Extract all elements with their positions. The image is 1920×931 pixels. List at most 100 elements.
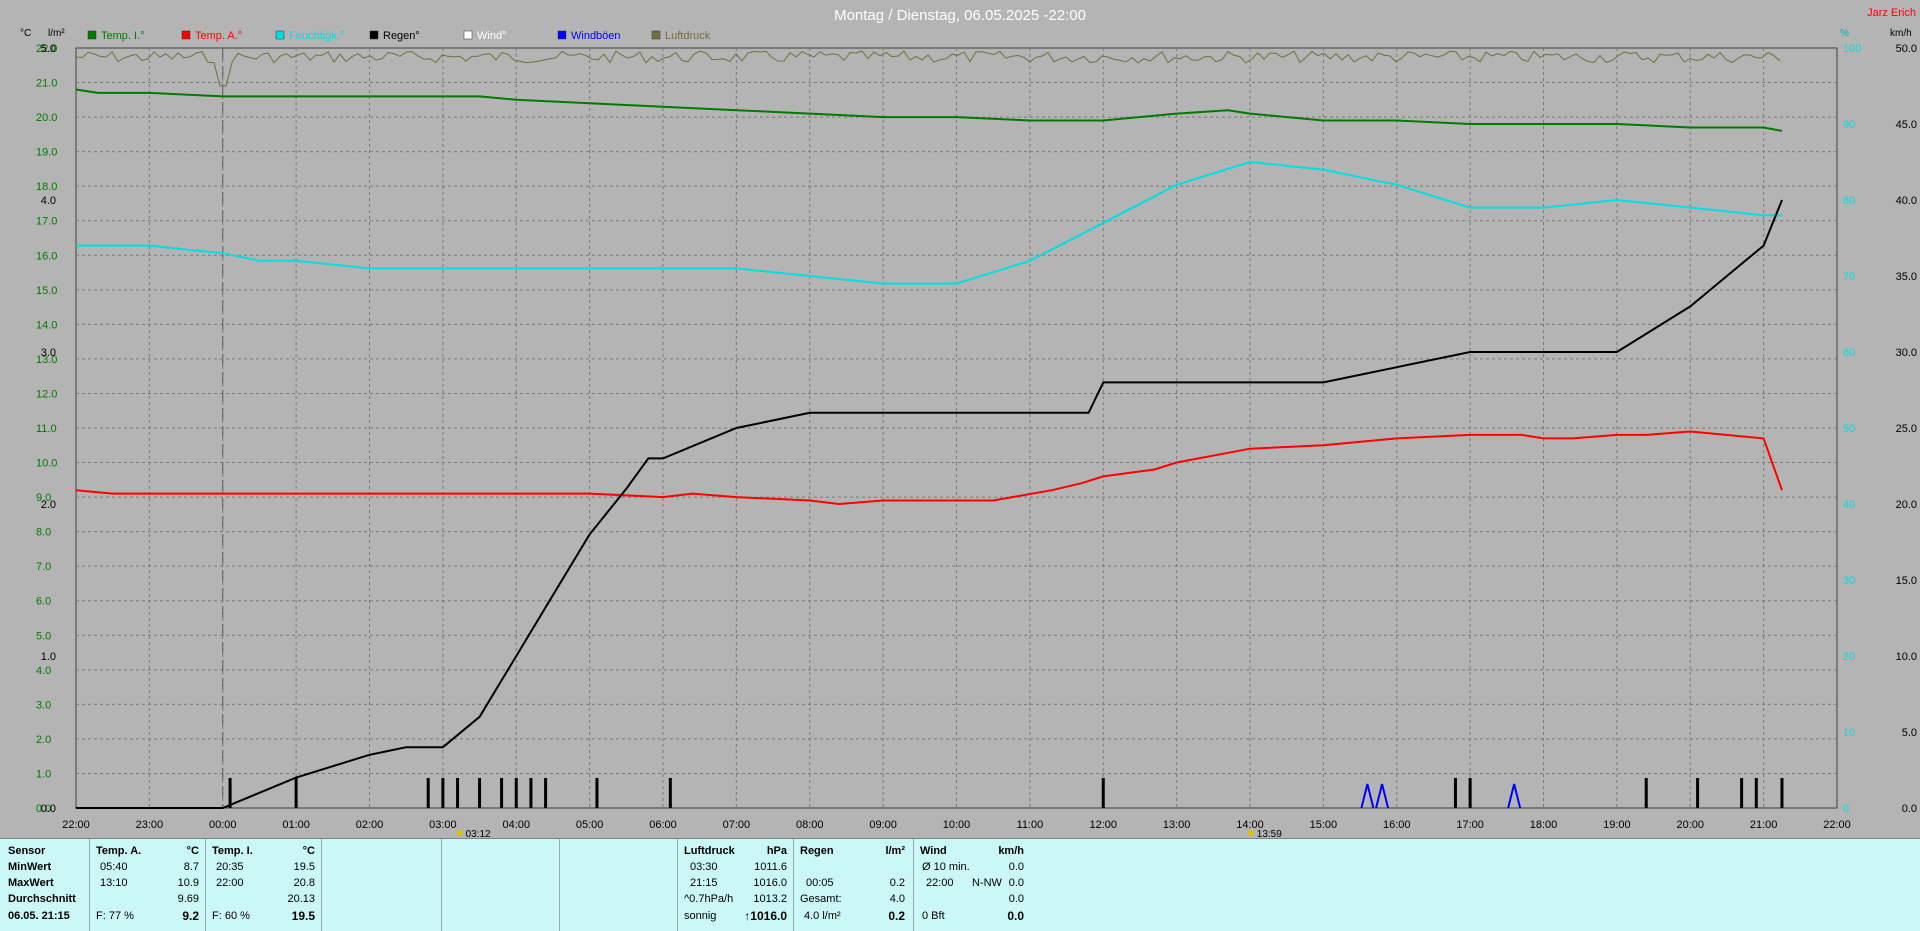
tick-label-rain: 5.0 [41, 43, 56, 55]
rain-current: 0.2 [888, 909, 905, 923]
wind-block: Wind km/h Ø 10 min. 0.0 22:00 N-NW 0.0 0… [914, 839, 1030, 931]
author-label: Jarz Erich [1867, 7, 1916, 19]
tick-label-temp: 2.0 [36, 734, 51, 746]
temp-i-unit: °C [302, 845, 315, 857]
sensor-header: Sensor [8, 845, 46, 857]
legend-label: Luftdruck [665, 30, 711, 42]
legend-swatch [275, 30, 285, 40]
tick-label-x: 22:00 [62, 819, 90, 831]
tick-label-rain: 1.0 [41, 651, 56, 663]
tick-label-x: 10:00 [943, 819, 971, 831]
tick-label-temp: 11.0 [36, 423, 57, 435]
tick-label-humidity: 100 [1843, 43, 1861, 55]
tick-label-x: 13:00 [1163, 819, 1191, 831]
tick-label-temp: 17.0 [36, 216, 57, 228]
rain-time: 00:05 [806, 877, 834, 889]
tick-label-humidity: 20 [1843, 651, 1855, 663]
legend-swatch [557, 30, 567, 40]
tick-label-temp: 5.0 [36, 630, 51, 642]
tick-label-wind: 40.0 [1896, 195, 1917, 207]
chart-title: Montag / Dienstag, 06.05.2025 -22:00 [834, 7, 1086, 24]
tick-label-x: 16:00 [1383, 819, 1411, 831]
tick-label-wind: 35.0 [1896, 271, 1917, 283]
temp-a-max: 10.9 [177, 877, 199, 889]
rain-val: 0.2 [889, 877, 905, 889]
legend-label: Regen° [383, 30, 420, 42]
tick-label-temp: 10.0 [36, 458, 57, 470]
temp-i-current: 19.5 [291, 909, 315, 923]
stats-panel: Sensor MinWert MaxWert Durchschnitt 06.0… [0, 838, 1920, 931]
left-unit-temp: °C [20, 28, 31, 39]
pressure-min-time: 03:30 [690, 861, 718, 873]
temp-a-min: 8.7 [183, 861, 199, 873]
legend-label: Feuchtigk.° [289, 30, 344, 42]
temp-inside-block: Temp. I. °C 20:35 19.5 22:00 20.8 20.13 … [206, 839, 322, 931]
time-marker: 13:59 [1257, 829, 1282, 838]
temp-i-min: 19.5 [293, 861, 315, 873]
tick-label-humidity: 10 [1843, 727, 1855, 739]
temp-i-humidity: F: 60 % [212, 910, 250, 922]
wind-header: Wind [920, 845, 947, 857]
temp-i-header: Temp. I. [212, 845, 253, 857]
tick-label-x: 11:00 [1017, 819, 1044, 831]
tick-label-temp: 12.0 [36, 388, 57, 400]
tick-label-humidity: 30 [1843, 575, 1855, 587]
tick-label-temp: 3.0 [36, 699, 51, 711]
temp-i-max: 20.8 [293, 877, 315, 889]
tick-label-x: 22:00 [1823, 819, 1851, 831]
temp-a-avg: 9.69 [177, 893, 199, 905]
pressure-trend: ^0.7hPa/h [684, 893, 734, 905]
legend-swatch [463, 30, 473, 40]
tick-label-temp: 20.0 [36, 112, 57, 124]
tick-label-wind: 50.0 [1896, 43, 1917, 55]
current-date: 06.05. 21:15 [8, 910, 70, 922]
tick-label-temp: 15.0 [36, 285, 57, 297]
right-unit-humidity: % [1840, 28, 1849, 39]
tick-label-temp: 21.0 [36, 78, 57, 90]
rain-footer: 4.0 l/m² [804, 910, 841, 922]
tick-label-humidity: 90 [1843, 119, 1855, 131]
legend-label: Temp. A.° [195, 30, 242, 42]
weather-state: sonnig [684, 910, 717, 922]
tick-label-x: 00:00 [209, 819, 237, 831]
tick-label-x: 08:00 [796, 819, 824, 831]
legend-label: Wind° [477, 30, 506, 42]
time-marker: 03:12 [466, 829, 491, 838]
tick-label-wind: 20.0 [1896, 499, 1917, 511]
min-label: MinWert [8, 861, 52, 873]
tick-label-temp: 18.0 [36, 181, 57, 193]
pressure-min: 1011.6 [754, 861, 787, 873]
empty-block-3 [560, 839, 678, 931]
temp-a-header: Temp. A. [96, 845, 142, 857]
temp-a-current: 9.2 [182, 909, 199, 923]
pressure-max-time: 21:15 [690, 877, 718, 889]
pressure-max: 1016.0 [753, 877, 787, 889]
tick-label-x: 15:00 [1310, 819, 1338, 831]
tick-label-x: 02:00 [356, 819, 384, 831]
wind-unit: km/h [998, 845, 1024, 857]
tick-label-x: 03:00 [429, 819, 457, 831]
tick-label-x: 17:00 [1456, 819, 1484, 831]
grid [75, 47, 1838, 809]
tick-label-wind: 45.0 [1896, 119, 1917, 131]
tick-label-temp: 14.0 [36, 319, 57, 331]
tick-label-humidity: 70 [1843, 271, 1855, 283]
right-unit-wind: km/h [1890, 28, 1912, 39]
avg-label: Durchschnitt [8, 893, 76, 905]
max-label: MaxWert [8, 877, 54, 889]
tick-label-temp: 7.0 [36, 561, 51, 573]
legend-label: Windböen [571, 30, 621, 42]
tick-label-rain: 2.0 [41, 499, 56, 511]
tick-label-x: 19:00 [1603, 819, 1631, 831]
tick-label-humidity: 50 [1843, 423, 1855, 435]
tick-label-humidity: 0 [1843, 803, 1849, 815]
temp-i-max-time: 22:00 [216, 877, 244, 889]
tick-label-wind: 0.0 [1902, 803, 1917, 815]
empty-block-1 [322, 839, 442, 931]
wind-max: 0.0 [1008, 877, 1024, 889]
legend-label: Temp. I.° [101, 30, 145, 42]
tick-label-x: 04:00 [502, 819, 530, 831]
tick-label-x: 06:00 [649, 819, 677, 831]
rain-block: Regen l/m² 00:05 0.2 Gesamt: 4.0 4.0 l/m… [794, 839, 914, 931]
tick-label-rain: 4.0 [41, 195, 56, 207]
